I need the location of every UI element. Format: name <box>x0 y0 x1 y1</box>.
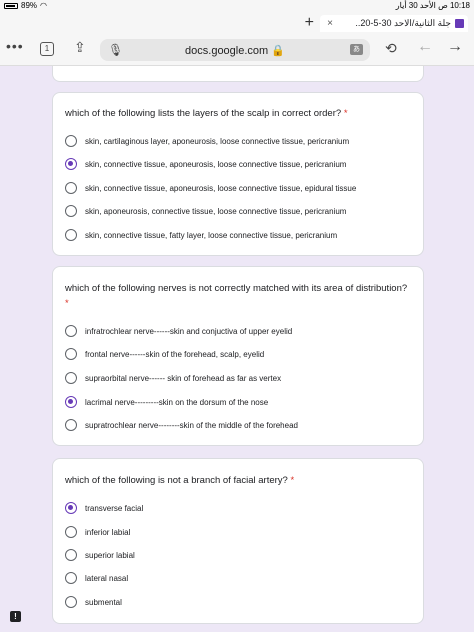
status-left: 89% ◠ <box>4 1 47 10</box>
option-label: superior labial <box>85 550 135 560</box>
radio-button[interactable] <box>65 229 77 241</box>
option-label: frontal nerve------skin of the forehead,… <box>85 349 265 359</box>
option-label: skin, connective tissue, fatty layer, lo… <box>85 230 338 240</box>
required-marker: * <box>290 475 295 486</box>
report-problem-icon[interactable]: ! <box>10 611 21 622</box>
new-tab-button[interactable]: + <box>305 14 314 32</box>
radio-button[interactable] <box>65 396 77 408</box>
status-time: 10:18 ص الأحد 30 أيار <box>395 1 470 10</box>
question-card-3: which of the following is not a branch o… <box>52 458 424 624</box>
option-label: skin, aponeurosis, connective tissue, lo… <box>85 206 347 216</box>
option-row[interactable]: skin, connective tissue, aponeurosis, lo… <box>65 181 356 195</box>
option-row[interactable]: skin, connective tissue, fatty layer, lo… <box>65 228 337 242</box>
radio-button[interactable] <box>65 182 77 194</box>
option-row[interactable]: inferior labial <box>65 525 130 539</box>
option-row[interactable]: frontal nerve------skin of the forehead,… <box>65 347 264 361</box>
radio-button[interactable] <box>65 325 77 337</box>
option-row[interactable]: transverse facial <box>65 501 143 515</box>
option-row[interactable]: skin, cartilaginous layer, aponeurosis, … <box>65 134 349 148</box>
radio-button[interactable] <box>65 419 77 431</box>
status-bar: 89% ◠ 10:18 ص الأحد 30 أيار <box>0 0 474 12</box>
option-row[interactable]: submental <box>65 595 122 609</box>
previous-question-card <box>52 66 424 82</box>
option-label: skin, connective tissue, aponeurosis, lo… <box>85 183 357 193</box>
option-row[interactable]: superior labial <box>65 548 135 562</box>
option-row[interactable]: lateral nasal <box>65 571 128 585</box>
option-row[interactable]: supratrochlear nerve--------skin of the … <box>65 418 298 432</box>
reload-icon[interactable]: ⟲ <box>385 40 397 57</box>
battery-icon <box>4 2 18 9</box>
radio-button[interactable] <box>65 135 77 147</box>
tab-bar: + × جلة الثانية/الاحد 30-5-20.. <box>0 12 474 34</box>
radio-button[interactable] <box>65 348 77 360</box>
tab-count-icon[interactable]: 1 <box>40 42 54 56</box>
option-label: skin, cartilaginous layer, aponeurosis, … <box>85 136 350 146</box>
radio-button[interactable] <box>65 158 77 170</box>
required-marker: * <box>343 108 348 119</box>
question-title: which of the following nerves is not cor… <box>65 283 408 309</box>
option-row[interactable]: supraorbital nerve------ skin of forehea… <box>65 371 281 385</box>
url-text: docs.google.com 🔒 <box>185 45 285 57</box>
option-row[interactable]: lacrimal nerve---------skin on the dorsu… <box>65 395 268 409</box>
option-label: infratrochlear nerve------skin and conju… <box>85 326 293 336</box>
question-card-1: which of the following lists the layers … <box>52 92 424 256</box>
radio-button[interactable] <box>65 526 77 538</box>
address-bar[interactable]: 🎙 docs.google.com 🔒 あ <box>100 39 370 61</box>
forward-icon[interactable]: → <box>447 38 463 56</box>
required-marker: * <box>65 298 69 309</box>
question-card-2: which of the following nerves is not cor… <box>52 266 424 446</box>
option-row[interactable]: skin, aponeurosis, connective tissue, lo… <box>65 204 346 218</box>
back-icon[interactable]: ← <box>417 38 433 56</box>
option-label: lateral nasal <box>85 573 129 583</box>
more-icon[interactable]: ••• <box>6 38 24 54</box>
question-title: which of the following lists the layers … <box>65 108 348 119</box>
browser-tab[interactable]: × جلة الثانية/الاحد 30-5-20.. <box>320 15 468 32</box>
option-row[interactable]: infratrochlear nerve------skin and conju… <box>65 324 292 338</box>
radio-button[interactable] <box>65 205 77 217</box>
wifi-icon: ◠ <box>40 1 47 10</box>
radio-button[interactable] <box>65 549 77 561</box>
browser-toolbar: ••• 1 ⇪ 🎙 docs.google.com 🔒 あ ⟲ ← → <box>0 34 474 66</box>
option-row[interactable]: skin, connective tissue, aponeurosis, lo… <box>65 157 346 171</box>
option-label: lacrimal nerve---------skin on the dorsu… <box>85 397 269 407</box>
close-tab-icon[interactable]: × <box>324 18 336 29</box>
radio-button[interactable] <box>65 502 77 514</box>
option-label: inferior labial <box>85 527 131 537</box>
radio-button[interactable] <box>65 572 77 584</box>
google-forms-icon <box>455 19 464 28</box>
translate-icon[interactable]: あ <box>350 44 363 55</box>
option-label: skin, connective tissue, aponeurosis, lo… <box>85 159 347 169</box>
radio-button[interactable] <box>65 596 77 608</box>
option-label: transverse facial <box>85 503 144 513</box>
option-label: supraorbital nerve------ skin of forehea… <box>85 373 282 383</box>
radio-button[interactable] <box>65 372 77 384</box>
share-icon[interactable]: ⇪ <box>74 39 86 56</box>
tab-title: جلة الثانية/الاحد 30-5-20.. <box>355 18 451 28</box>
option-label: supratrochlear nerve--------skin of the … <box>85 420 298 430</box>
option-label: submental <box>85 597 122 607</box>
battery-level: 89% <box>21 1 38 10</box>
question-title: which of the following is not a branch o… <box>65 475 295 486</box>
